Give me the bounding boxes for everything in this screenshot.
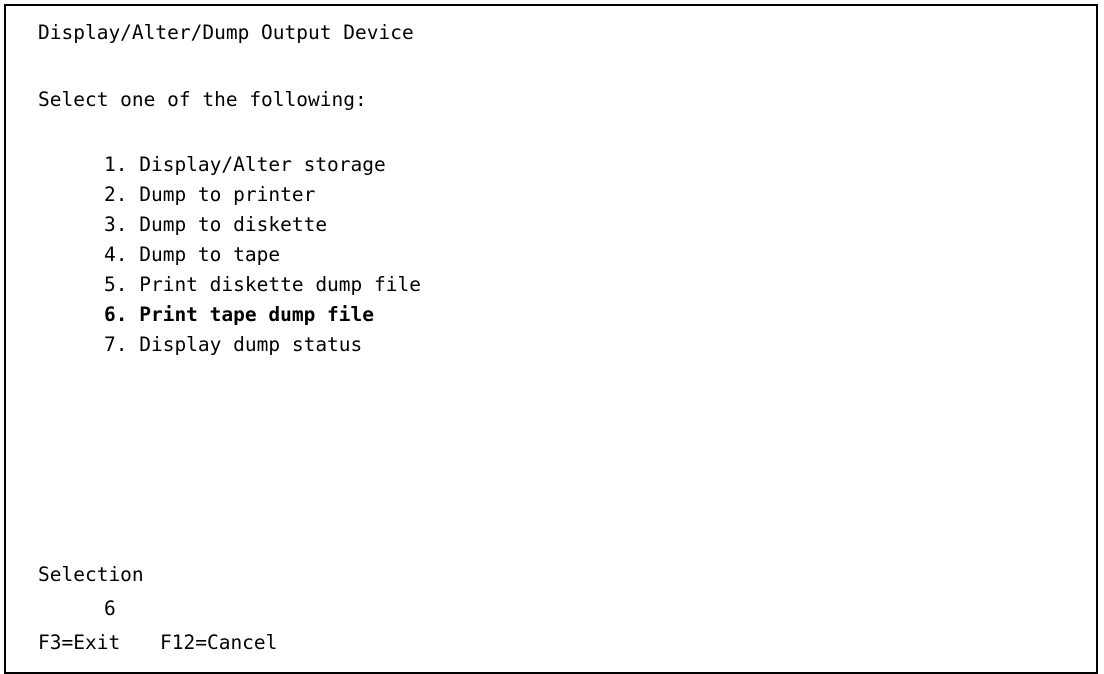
option-dump-to-diskette[interactable]: 3. Dump to diskette (104, 210, 327, 240)
f12-cancel-key[interactable]: F12=Cancel (160, 628, 277, 658)
option-print-diskette-dump-file[interactable]: 5. Print diskette dump file (104, 270, 421, 300)
menu-prompt: Select one of the following: (38, 88, 367, 111)
option-dump-to-tape[interactable]: 4. Dump to tape (104, 240, 280, 270)
option-dump-to-printer[interactable]: 2. Dump to printer (104, 180, 315, 210)
selection-input[interactable]: 6 (104, 594, 116, 624)
selection-label: Selection (38, 563, 144, 586)
f3-exit-key[interactable]: F3=Exit (38, 628, 120, 658)
option-print-tape-dump-file[interactable]: 6. Print tape dump file (104, 300, 374, 330)
option-display-dump-status[interactable]: 7. Display dump status (104, 330, 362, 360)
option-display-alter-storage[interactable]: 1. Display/Alter storage (104, 150, 386, 180)
terminal-screen: Display/Alter/Dump Output Device Select … (4, 4, 1098, 674)
screen-title: Display/Alter/Dump Output Device (38, 21, 414, 44)
